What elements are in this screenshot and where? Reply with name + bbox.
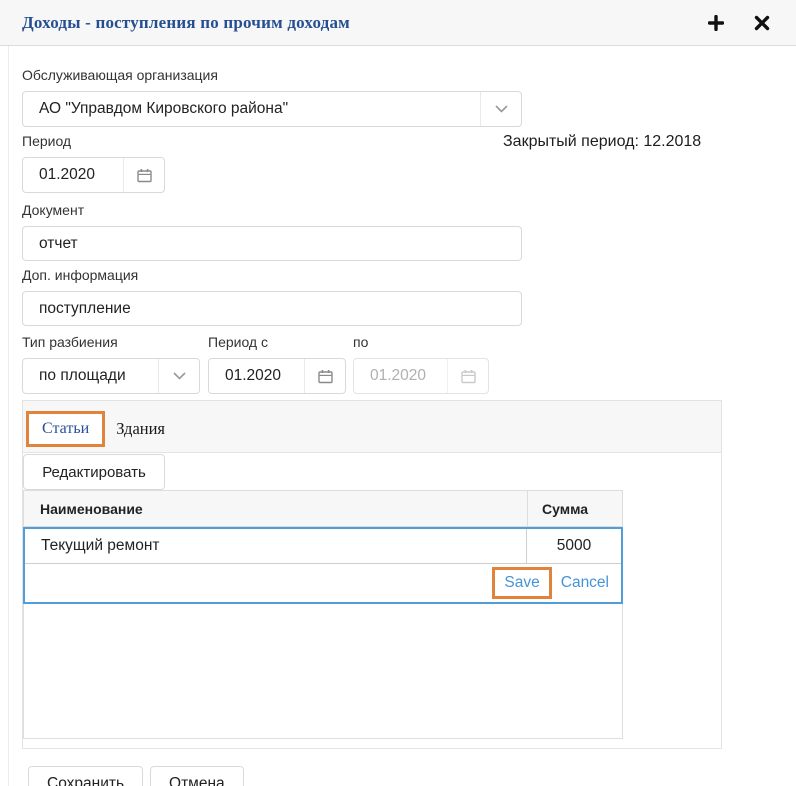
chevron-down-icon[interactable] [158, 359, 199, 393]
dialog-footer: Сохранить Отмена [22, 766, 796, 786]
period-from-value: 01.2020 [209, 367, 304, 385]
document-input[interactable]: отчет [22, 226, 522, 261]
table-header-row: Наименование Сумма [23, 490, 623, 527]
calendar-icon[interactable] [304, 359, 345, 393]
close-icon[interactable] [754, 15, 770, 31]
period-range-labels: Тип разбиения Период с по [22, 334, 796, 350]
tab-stati-label: Статьи [42, 420, 89, 438]
row-edit-area: Текущий ремонт 5000 Save Cancel [23, 527, 623, 604]
extra-info-label: Доп. информация [22, 267, 796, 283]
org-select[interactable]: АО "Управдом Кировского района" [22, 91, 522, 127]
org-select-value: АО "Управдом Кировского района" [23, 100, 480, 118]
period-from-datepicker[interactable]: 01.2020 [208, 358, 346, 394]
extra-info-input[interactable]: поступление [22, 291, 522, 326]
period-to-label: по [353, 334, 489, 350]
save-button[interactable]: Сохранить [28, 766, 143, 786]
period-range-controls: по площади 01.2020 01.2020 [22, 358, 796, 394]
period-from-label: Период с [208, 334, 346, 350]
cancel-button[interactable]: Отмена [150, 766, 244, 786]
calendar-icon[interactable] [123, 158, 164, 192]
tab-zdaniya-label: Здания [116, 419, 165, 438]
income-dialog: Доходы - поступления по прочим доходам З… [0, 0, 796, 786]
tab-container: Статьи Здания Редактировать Наименование… [22, 400, 722, 749]
table-row[interactable]: Текущий ремонт 5000 [25, 529, 621, 564]
calendar-icon [447, 359, 488, 393]
period-datepicker[interactable]: 01.2020 [22, 157, 165, 193]
chevron-down-icon[interactable] [480, 92, 521, 126]
save-link[interactable]: Save [492, 567, 551, 599]
period-value: 01.2020 [23, 166, 123, 184]
add-icon[interactable] [708, 15, 724, 31]
period-to-value: 01.2020 [354, 367, 447, 385]
items-table: Наименование Сумма Текущий ремонт 5000 S… [23, 490, 623, 739]
tab-content: Редактировать Наименование Сумма Текущий… [23, 453, 721, 748]
closed-period-text: Закрытый период: 12.2018 [503, 133, 701, 151]
tab-zdaniya[interactable]: Здания [116, 411, 165, 439]
cell-name[interactable]: Текущий ремонт [25, 529, 527, 563]
document-label: Документ [22, 202, 796, 218]
table-empty-area [23, 604, 623, 739]
split-type-value: по площади [23, 367, 158, 385]
column-header-sum[interactable]: Сумма [527, 491, 622, 526]
tab-stati[interactable]: Статьи [26, 411, 105, 447]
tabstrip: Статьи Здания [23, 401, 721, 453]
period-to-datepicker: 01.2020 [353, 358, 489, 394]
column-header-name[interactable]: Наименование [24, 491, 527, 526]
dialog-title: Доходы - поступления по прочим доходам [22, 13, 350, 33]
org-label: Обслуживающая организация [22, 67, 796, 83]
dialog-titlebar: Доходы - поступления по прочим доходам [0, 0, 796, 46]
edit-button[interactable]: Редактировать [23, 454, 165, 490]
dialog-body: Закрытый период: 12.2018 Обслуживающая о… [0, 67, 796, 786]
cancel-link[interactable]: Cancel [561, 574, 609, 592]
edit-actions-row: Save Cancel [25, 564, 621, 602]
titlebar-actions [708, 15, 770, 31]
split-type-select[interactable]: по площади [22, 358, 200, 394]
split-type-label: Тип разбиения [22, 334, 200, 350]
cell-sum[interactable]: 5000 [527, 529, 621, 563]
